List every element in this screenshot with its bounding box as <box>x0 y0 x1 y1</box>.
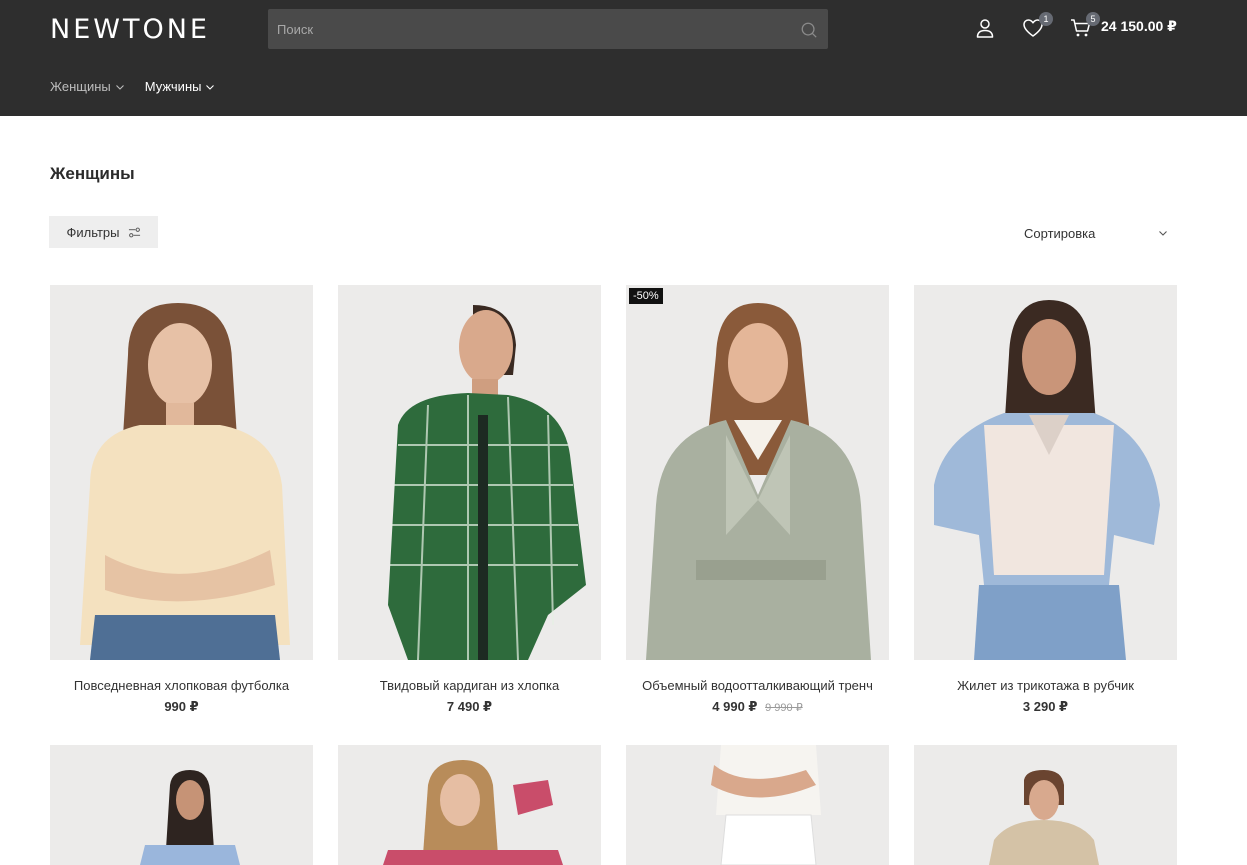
page-title: Женщины <box>50 164 135 183</box>
product-price: 7 490 ₽ <box>446 699 493 714</box>
nav-item-label: Мужчины <box>144 79 202 94</box>
product-card[interactable] <box>914 745 1177 865</box>
sort-select[interactable]: Сортировка <box>1024 224 1168 242</box>
product-card[interactable]: Жилет из трикотажа в рубчик 3 290 ₽ <box>914 285 1177 715</box>
product-price: 4 990 ₽ <box>712 699 758 714</box>
chevron-down-icon <box>115 84 124 90</box>
product-image[interactable] <box>914 745 1177 865</box>
cart-badge: 5 <box>1086 12 1100 26</box>
filters-button[interactable]: Фильтры <box>49 216 158 248</box>
product-card[interactable] <box>626 745 889 865</box>
search-icon[interactable] <box>800 21 818 39</box>
wishlist-badge: 1 <box>1039 12 1053 26</box>
main-nav: Женщины Мужчины <box>50 79 215 94</box>
product-image[interactable] <box>50 745 313 865</box>
product-price-row: 7 490 ₽ <box>338 699 601 715</box>
nav-item-men[interactable]: Мужчины <box>145 79 216 94</box>
product-photo <box>50 745 313 865</box>
product-photo <box>626 285 889 660</box>
product-name[interactable]: Жилет из трикотажа в рубчик <box>914 678 1177 693</box>
product-photo <box>50 285 313 660</box>
product-card[interactable]: Твидовый кардиган из хлопка 7 490 ₽ <box>338 285 601 715</box>
product-image[interactable] <box>914 285 1177 660</box>
discount-badge: -50% <box>629 288 663 304</box>
product-card[interactable] <box>338 745 601 865</box>
product-price-row: 990 ₽ <box>50 699 313 715</box>
product-image[interactable] <box>338 285 601 660</box>
user-icon[interactable] <box>973 16 997 40</box>
product-name[interactable]: Твидовый кардиган из хлопка <box>338 678 601 693</box>
product-card[interactable]: -50% Объемный водоотталкивающий тренч 4 … <box>626 285 889 715</box>
search-bar <box>268 9 828 49</box>
product-image[interactable]: -50% <box>626 285 889 660</box>
product-photo <box>626 745 889 865</box>
product-image[interactable] <box>50 285 313 660</box>
product-photo <box>914 745 1177 865</box>
product-price: 990 ₽ <box>164 699 199 714</box>
product-name[interactable]: Объемный водоотталкивающий тренч <box>626 678 889 693</box>
product-price-row: 3 290 ₽ <box>914 699 1177 715</box>
chevron-down-icon <box>1159 231 1167 236</box>
product-card[interactable]: Повседневная хлопковая футболка 990 ₽ <box>50 285 313 715</box>
product-photo <box>338 745 601 865</box>
product-image[interactable] <box>626 745 889 865</box>
product-photo <box>338 285 601 660</box>
filters-label: Фильтры <box>66 224 120 240</box>
product-card[interactable] <box>50 745 313 865</box>
product-price: 3 290 ₽ <box>1022 699 1069 714</box>
search-input[interactable] <box>268 9 788 49</box>
product-old-price: 9 990 ₽ <box>765 702 803 714</box>
nav-item-women[interactable]: Женщины <box>50 79 125 94</box>
product-image[interactable] <box>338 745 601 865</box>
chevron-down-icon <box>206 84 215 90</box>
cart-total[interactable]: 24 150.00 ₽ <box>1101 18 1177 35</box>
product-photo <box>914 285 1177 660</box>
sort-label: Сортировка <box>1024 225 1096 241</box>
nav-item-label: Женщины <box>50 79 111 94</box>
site-header: NEWTONE 1 5 24 150.00 ₽ Женщины Мужчины <box>0 0 1247 116</box>
product-price-row: 4 990 ₽ 9 990 ₽ <box>626 699 889 715</box>
logo[interactable]: NEWTONE <box>50 14 210 45</box>
filter-icon <box>128 227 140 237</box>
product-name[interactable]: Повседневная хлопковая футболка <box>50 678 313 693</box>
